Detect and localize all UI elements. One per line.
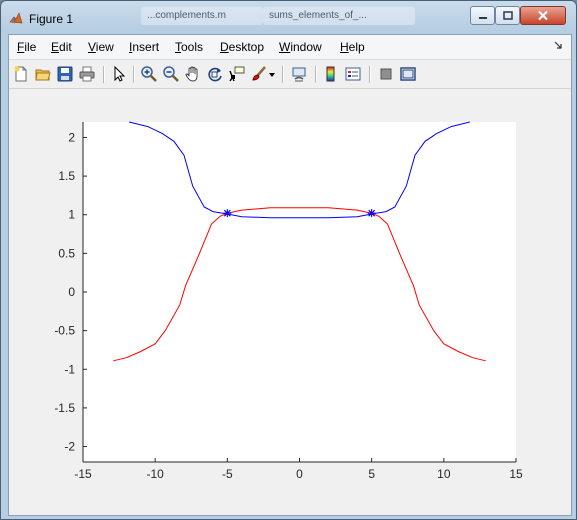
close-icon [538,10,548,21]
menu-edit[interactable]: Edit [51,40,72,54]
show-plot-tools-icon[interactable] [399,65,417,83]
save-icon[interactable] [56,65,74,83]
plot-svg[interactable]: -15 -10 -5 0 5 10 15 2 1.5 1 0.5 0 -0.5 -1 -1.5 -2 [9,89,571,515]
data-cursor-icon[interactable] [228,65,246,83]
toolbar-separator [103,66,105,83]
menu-view[interactable]: View [88,40,114,54]
x-tick-label: -10 [146,467,164,481]
maximize-icon [502,11,513,20]
title-bar[interactable]: Figure 1 ...complements.m sums_elements_… [1,1,576,33]
brush-dropdown-icon[interactable] [268,65,276,83]
pan-hand-icon[interactable] [184,65,202,83]
menu-insert[interactable]: Insert [129,40,159,54]
new-figure-icon[interactable] [12,65,30,83]
rotate-3d-icon[interactable] [206,65,224,83]
menu-window[interactable]: Window [279,40,322,54]
x-tick-label: 10 [437,467,451,481]
toolbar-separator [133,66,135,83]
link-plot-icon[interactable] [290,65,308,83]
figure-window: Figure 1 ...complements.m sums_elements_… [0,0,577,520]
x-tick-label: -15 [74,467,92,481]
brush-icon[interactable] [250,65,268,83]
y-tick-label: -1.5 [54,401,75,415]
matlab-logo-icon [9,12,23,24]
menu-tools[interactable]: Tools [175,40,203,54]
menu-bar: File Edit View Insert Tools Desktop Wind… [9,35,571,60]
y-tick-label: -0.5 [54,324,75,338]
x-tick-label: 0 [296,467,303,481]
y-tick-label: 2 [68,130,75,144]
zoom-in-icon[interactable] [140,65,158,83]
background-tab: ...complements.m [141,7,263,25]
close-button[interactable] [520,6,566,25]
open-file-icon[interactable] [34,65,52,83]
y-tick-label: 0 [68,285,75,299]
toolbar-separator [282,66,284,83]
dock-arrow-icon[interactable] [554,41,563,50]
background-tab: sums_elements_of_... [263,7,415,25]
x-tick-label: 5 [368,467,375,481]
asterisk-marker[interactable] [367,209,376,218]
figure-client-area: File Edit View Insert Tools Desktop Wind… [8,34,572,516]
insert-colorbar-icon[interactable] [322,65,340,83]
hide-plot-tools-icon[interactable] [377,65,395,83]
toolbar-separator [369,66,371,83]
y-tick-label: 1 [68,208,75,222]
y-tick-label: -1 [64,362,75,376]
menu-desktop[interactable]: Desktop [220,40,264,54]
axes-background[interactable] [83,122,516,462]
y-tick-label: 1.5 [58,169,75,183]
x-tick-label: 15 [509,467,523,481]
print-icon[interactable] [78,65,96,83]
zoom-out-icon[interactable] [162,65,180,83]
minimize-button[interactable] [470,6,495,25]
x-tick-label: -5 [222,467,233,481]
maximize-button[interactable] [495,6,520,25]
asterisk-marker[interactable] [223,209,232,218]
minimize-icon [478,16,487,19]
figure-canvas[interactable]: -15 -10 -5 0 5 10 15 2 1.5 1 0.5 0 -0.5 -1 -1.5 -2 [9,89,571,515]
y-tick-label: -2 [64,440,75,454]
menu-file[interactable]: File [17,40,36,54]
toolbar-separator [315,66,317,83]
edit-plot-arrow-icon[interactable] [110,65,128,83]
y-tick-label: 0.5 [58,246,75,260]
window-title: Figure 1 [29,12,74,26]
toolbar [9,60,571,89]
insert-legend-icon[interactable] [344,65,362,83]
menu-help[interactable]: Help [340,40,365,54]
